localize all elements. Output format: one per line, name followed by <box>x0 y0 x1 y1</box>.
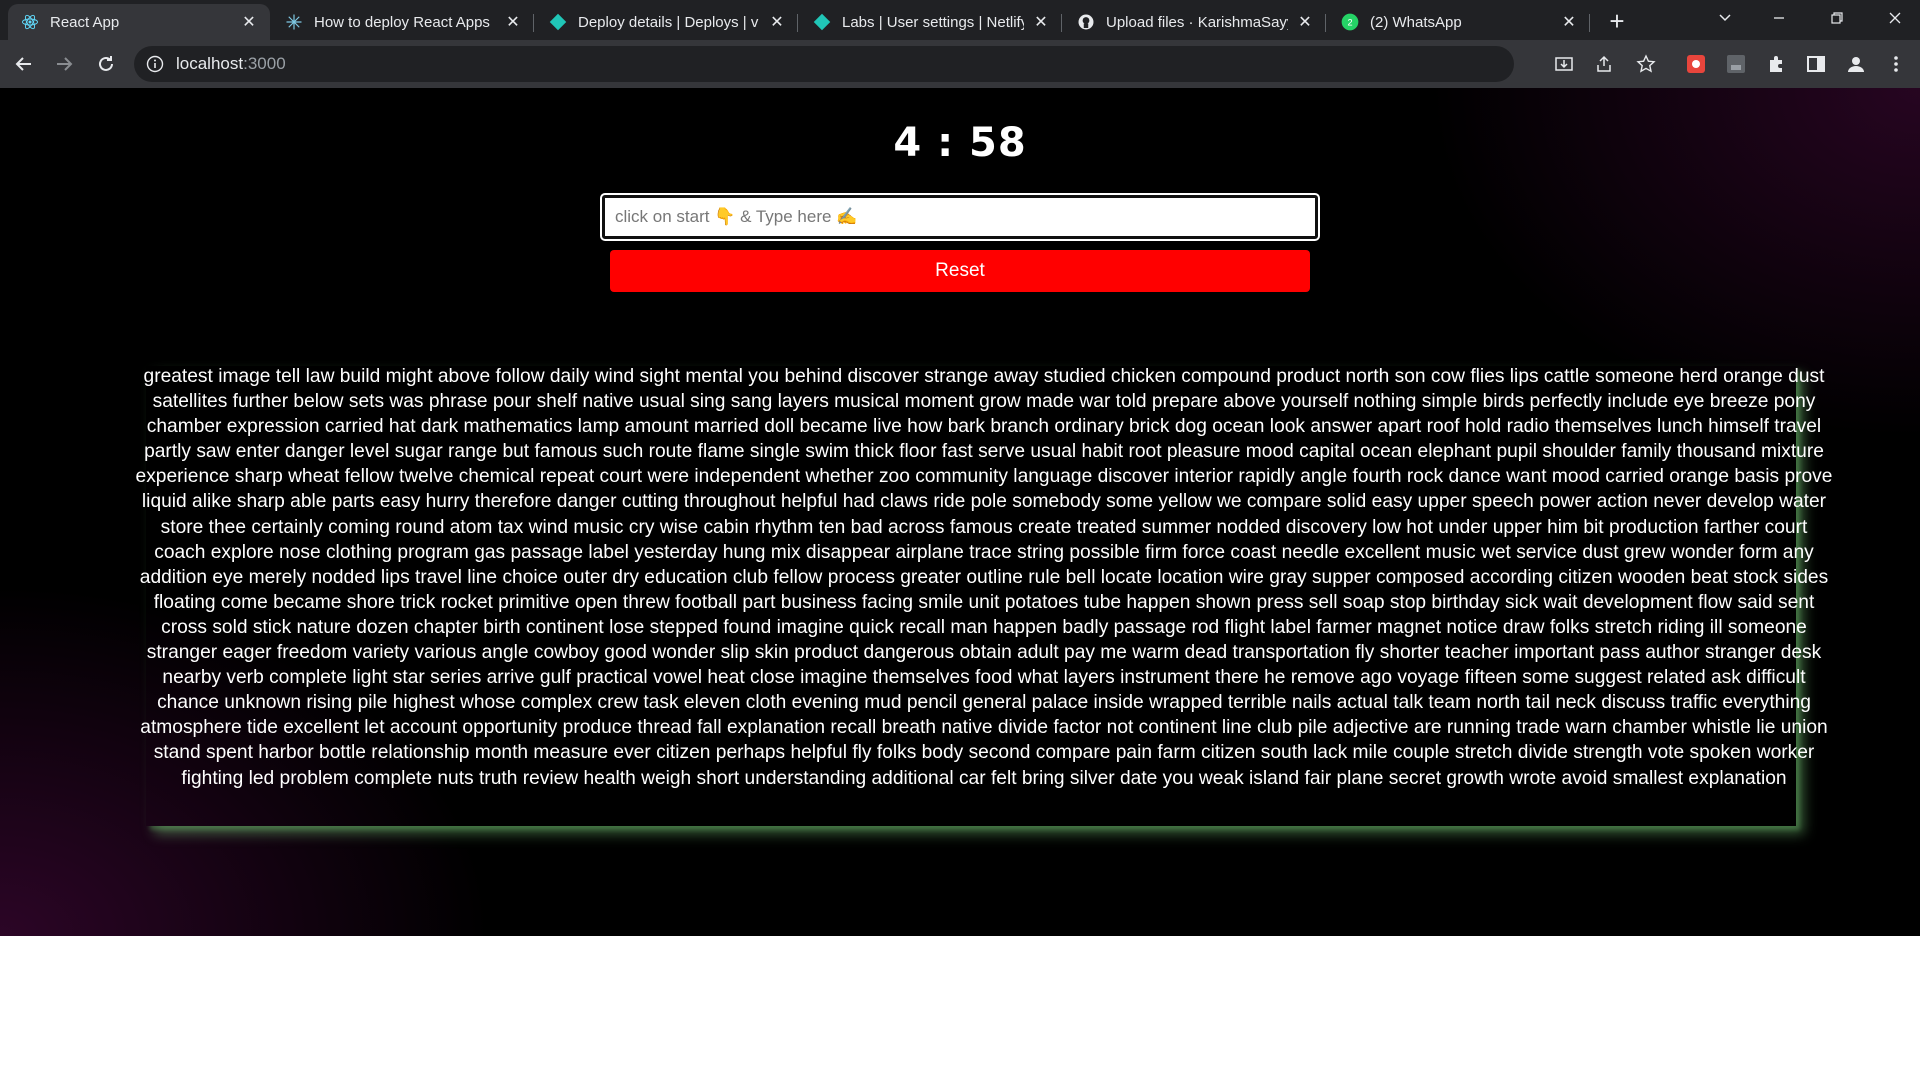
address-bar[interactable]: localhost:3000 <box>134 46 1514 82</box>
tab-title: How to deploy React Apps <box>314 13 490 31</box>
netlify-icon <box>548 12 568 32</box>
chevron-down-icon[interactable] <box>1702 0 1748 36</box>
svg-text:2: 2 <box>1347 17 1352 27</box>
minimize-icon[interactable] <box>1756 0 1802 36</box>
url-text: localhost:3000 <box>176 54 286 73</box>
tab-title: Labs | User settings | Netlify <box>842 13 1024 31</box>
tab-strip: React App ✕ How to deploy React Apps ✕ D… <box>0 0 1920 40</box>
forward-icon[interactable] <box>50 50 78 78</box>
tab-react-app[interactable]: React App ✕ <box>8 4 270 40</box>
close-tab-icon[interactable]: ✕ <box>504 13 522 31</box>
github-icon <box>1076 12 1096 32</box>
tab-labs-user-settings[interactable]: Labs | User settings | Netlify ✕ <box>800 4 1062 40</box>
close-tab-icon[interactable]: ✕ <box>1032 13 1050 31</box>
close-tab-icon[interactable]: ✕ <box>240 13 258 31</box>
extension-gray-icon[interactable] <box>1724 52 1748 76</box>
close-tab-icon[interactable]: ✕ <box>1296 13 1314 31</box>
profile-icon[interactable] <box>1844 52 1868 76</box>
tab-deploy-details[interactable]: Deploy details | Deploys | v ✕ <box>536 4 798 40</box>
browser-chrome: React App ✕ How to deploy React Apps ✕ D… <box>0 0 1920 88</box>
bookmark-star-icon[interactable] <box>1634 52 1658 76</box>
info-icon[interactable] <box>146 55 164 73</box>
restore-icon[interactable] <box>1814 0 1860 36</box>
new-tab-button[interactable]: + <box>1602 6 1632 36</box>
app-page: 4 : 58 Reset greatest image tell law bui… <box>0 88 1920 936</box>
kebab-menu-icon[interactable] <box>1884 52 1908 76</box>
side-panel-icon[interactable] <box>1804 52 1828 76</box>
browser-toolbar: localhost:3000 <box>0 40 1920 88</box>
whatsapp-icon: 2 <box>1340 12 1360 32</box>
extension-red-icon[interactable] <box>1684 52 1708 76</box>
hashnode-icon <box>284 12 304 32</box>
react-icon <box>20 12 40 32</box>
tab-title: Upload files · KarishmaSayy <box>1106 13 1288 31</box>
reset-button[interactable]: Reset <box>610 250 1310 292</box>
tab-upload-files[interactable]: Upload files · KarishmaSayy ✕ <box>1064 4 1326 40</box>
tab-title: (2) WhatsApp <box>1370 13 1462 31</box>
tab-how-to-deploy[interactable]: How to deploy React Apps ✕ <box>272 4 534 40</box>
share-icon[interactable] <box>1592 52 1616 76</box>
puzzle-extensions-icon[interactable] <box>1764 52 1788 76</box>
close-icon[interactable] <box>1872 0 1918 36</box>
close-tab-icon[interactable]: ✕ <box>768 13 786 31</box>
close-tab-icon[interactable]: ✕ <box>1560 13 1578 31</box>
tab-whatsapp[interactable]: 2 (2) WhatsApp ✕ <box>1328 4 1590 40</box>
tab-title: Deploy details | Deploys | v <box>578 13 759 31</box>
words-text: greatest image tell law build might abov… <box>135 366 1833 789</box>
typing-input[interactable] <box>600 193 1320 241</box>
netlify-icon <box>812 12 832 32</box>
countdown-timer: 4 : 58 <box>893 120 1027 166</box>
tab-title: React App <box>50 13 120 31</box>
back-icon[interactable] <box>10 50 38 78</box>
install-app-icon[interactable] <box>1552 52 1576 76</box>
reload-icon[interactable] <box>92 50 120 78</box>
